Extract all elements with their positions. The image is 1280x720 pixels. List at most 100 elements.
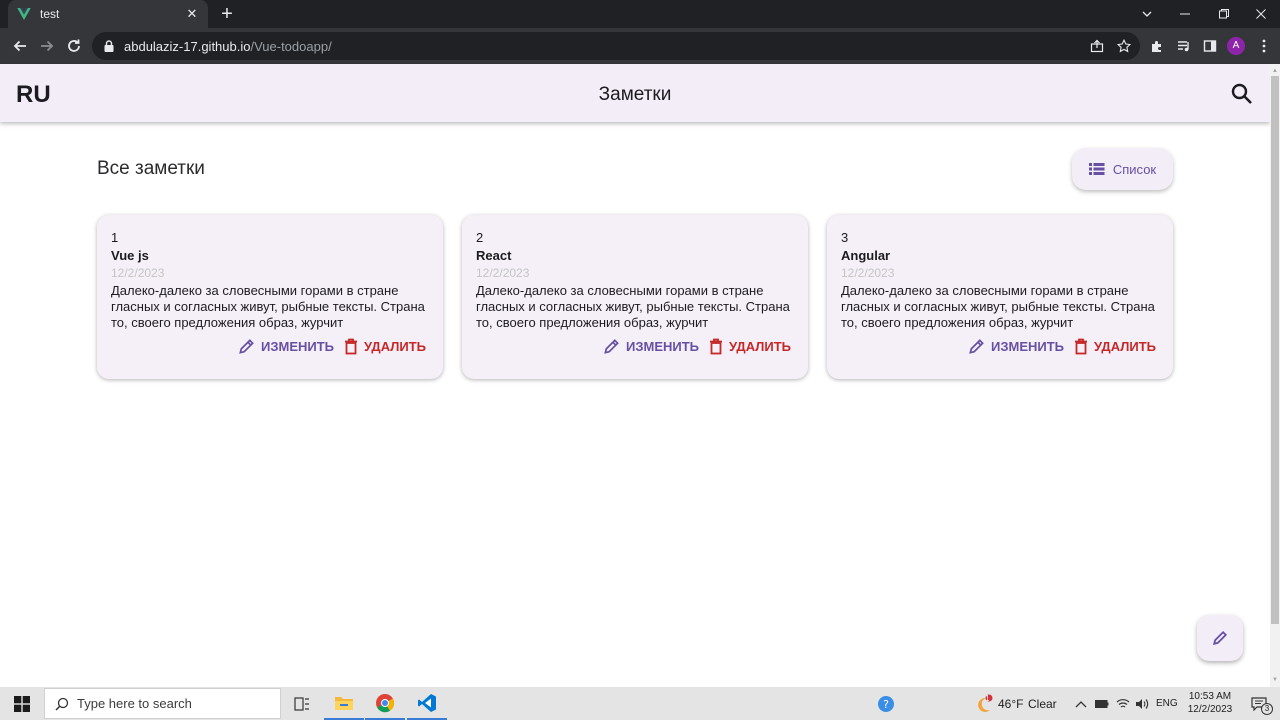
weather-temp[interactable]: 46°F (998, 697, 1023, 711)
edit-button[interactable]: ИЗМЕНИТЬ (603, 338, 699, 355)
page-title: Заметки (598, 84, 672, 105)
note-text: Далеко-далеко за словесными горами в стр… (476, 283, 790, 330)
chrome-button[interactable] (365, 687, 405, 720)
address-bar[interactable]: abdulaziz-17.github.io/Vue-todoapp/ (92, 32, 1140, 60)
edit-label: ИЗМЕНИТЬ (991, 339, 1065, 354)
vue-logo-icon (17, 8, 31, 20)
browser-tab[interactable]: test ✕ (8, 0, 208, 28)
minimize-icon[interactable] (1166, 0, 1204, 28)
note-number: 3 (841, 230, 849, 245)
note-number: 2 (476, 230, 484, 245)
lock-icon (104, 40, 114, 52)
delete-label: УДАЛИТЬ (1094, 339, 1156, 354)
svg-text:?: ? (883, 698, 889, 711)
volume-icon[interactable] (1132, 687, 1152, 720)
weather-condition[interactable]: Clear (1028, 697, 1057, 711)
list-icon (1088, 163, 1105, 175)
task-view-button[interactable] (282, 687, 322, 720)
windows-taskbar: Type here to search ? 1 46°F Clear ENG 1… (0, 687, 1280, 720)
clock-date: 12/2/2023 (1187, 704, 1233, 715)
folder-icon (335, 696, 353, 710)
note-title: Angular (841, 248, 891, 263)
chrome-icon (376, 693, 395, 712)
trash-icon (345, 338, 357, 355)
delete-button[interactable]: УДАЛИТЬ (1074, 338, 1156, 355)
back-arrow-icon[interactable] (8, 34, 32, 58)
taskbar-clock[interactable]: 10:53 AM 12/2/2023 (1180, 690, 1240, 716)
wifi-icon[interactable] (1113, 687, 1133, 720)
restore-icon[interactable] (1205, 0, 1243, 28)
extensions-puzzle-icon[interactable] (1145, 34, 1169, 58)
note-title: Vue js (111, 248, 149, 263)
profile-avatar[interactable]: A (1227, 37, 1245, 55)
battery-icon[interactable] (1092, 687, 1112, 720)
scrollbar-thumb[interactable] (1271, 76, 1279, 624)
edit-label: ИЗМЕНИТЬ (626, 339, 700, 354)
trash-icon (1075, 338, 1087, 355)
forward-arrow-icon[interactable] (35, 34, 59, 58)
note-date: 12/2/2023 (841, 266, 895, 280)
section-title: Все заметки (97, 158, 205, 179)
app-header: RU Заметки (0, 64, 1270, 122)
help-icon[interactable]: ? (866, 687, 906, 720)
edit-button[interactable]: ИЗМЕНИТЬ (238, 338, 334, 355)
vscode-icon (418, 693, 436, 712)
browser-toolbar: abdulaziz-17.github.io/Vue-todoapp/ A (0, 28, 1280, 64)
notification-count-badge: 3 (1261, 703, 1273, 715)
pencil-icon (969, 339, 984, 354)
pencil-icon (239, 339, 254, 354)
bookmark-star-icon[interactable] (1112, 34, 1136, 58)
note-card: 3 Angular 12/2/2023 Далеко-далеко за сло… (827, 215, 1173, 379)
reload-icon[interactable] (62, 34, 86, 58)
browser-menu-icon[interactable] (1252, 34, 1276, 58)
note-number: 1 (111, 230, 119, 245)
search-button[interactable] (1228, 80, 1256, 108)
pencil-icon (604, 339, 619, 354)
weather-badge: 1 (985, 694, 990, 703)
note-card: 1 Vue js 12/2/2023 Далеко-далеко за слов… (97, 215, 443, 379)
pencil-icon (1213, 630, 1228, 645)
windows-logo-icon (14, 695, 30, 712)
list-view-button[interactable]: Список (1072, 148, 1173, 190)
edit-label: ИЗМЕНИТЬ (261, 339, 335, 354)
side-panel-icon[interactable] (1198, 34, 1222, 58)
language-indicator[interactable]: ENG (1156, 698, 1178, 709)
delete-button[interactable]: УДАЛИТЬ (709, 338, 791, 355)
search-icon (1231, 83, 1252, 104)
delete-label: УДАЛИТЬ (364, 339, 426, 354)
note-text: Далеко-далеко за словесными горами в стр… (111, 283, 425, 330)
add-note-fab[interactable] (1197, 615, 1243, 661)
note-text: Далеко-далеко за словесными горами в стр… (841, 283, 1155, 330)
note-date: 12/2/2023 (111, 266, 165, 280)
weather-icon[interactable]: 1 (963, 687, 1003, 720)
url-host: abdulaziz-17.github.io (124, 38, 251, 54)
file-explorer-button[interactable] (324, 687, 364, 720)
share-icon[interactable] (1085, 34, 1109, 58)
note-date: 12/2/2023 (476, 266, 530, 280)
delete-button[interactable]: УДАЛИТЬ (344, 338, 426, 355)
scroll-down-arrow-icon[interactable]: ▼ (1272, 677, 1278, 683)
tab-close-icon[interactable]: ✕ (184, 6, 200, 22)
url-path: /Vue-todoapp/ (250, 38, 332, 54)
edit-button[interactable]: ИЗМЕНИТЬ (968, 338, 1064, 355)
taskbar-search-placeholder: Type here to search (77, 696, 192, 711)
task-view-icon (294, 696, 309, 711)
media-queue-icon[interactable] (1172, 34, 1196, 58)
browser-tabstrip: test ✕ + (0, 0, 1280, 28)
tab-title: test (40, 7, 60, 21)
scroll-up-arrow-icon[interactable]: ▲ (1272, 68, 1278, 74)
tab-search-chevron-icon[interactable] (1128, 0, 1166, 28)
close-window-icon[interactable] (1242, 0, 1280, 28)
delete-label: УДАЛИТЬ (729, 339, 791, 354)
taskbar-search-box[interactable]: Type here to search (44, 688, 281, 719)
note-title: React (476, 248, 512, 263)
list-view-label: Список (1112, 161, 1157, 177)
new-tab-button[interactable]: + (216, 3, 238, 25)
start-button[interactable] (0, 687, 44, 720)
vscode-button[interactable] (407, 687, 447, 720)
trash-icon (710, 338, 722, 355)
notification-center-icon[interactable]: 3 (1244, 687, 1274, 720)
clock-time: 10:53 AM (1188, 691, 1232, 702)
note-card: 2 React 12/2/2023 Далеко-далеко за слове… (462, 215, 808, 379)
search-icon (55, 697, 69, 711)
